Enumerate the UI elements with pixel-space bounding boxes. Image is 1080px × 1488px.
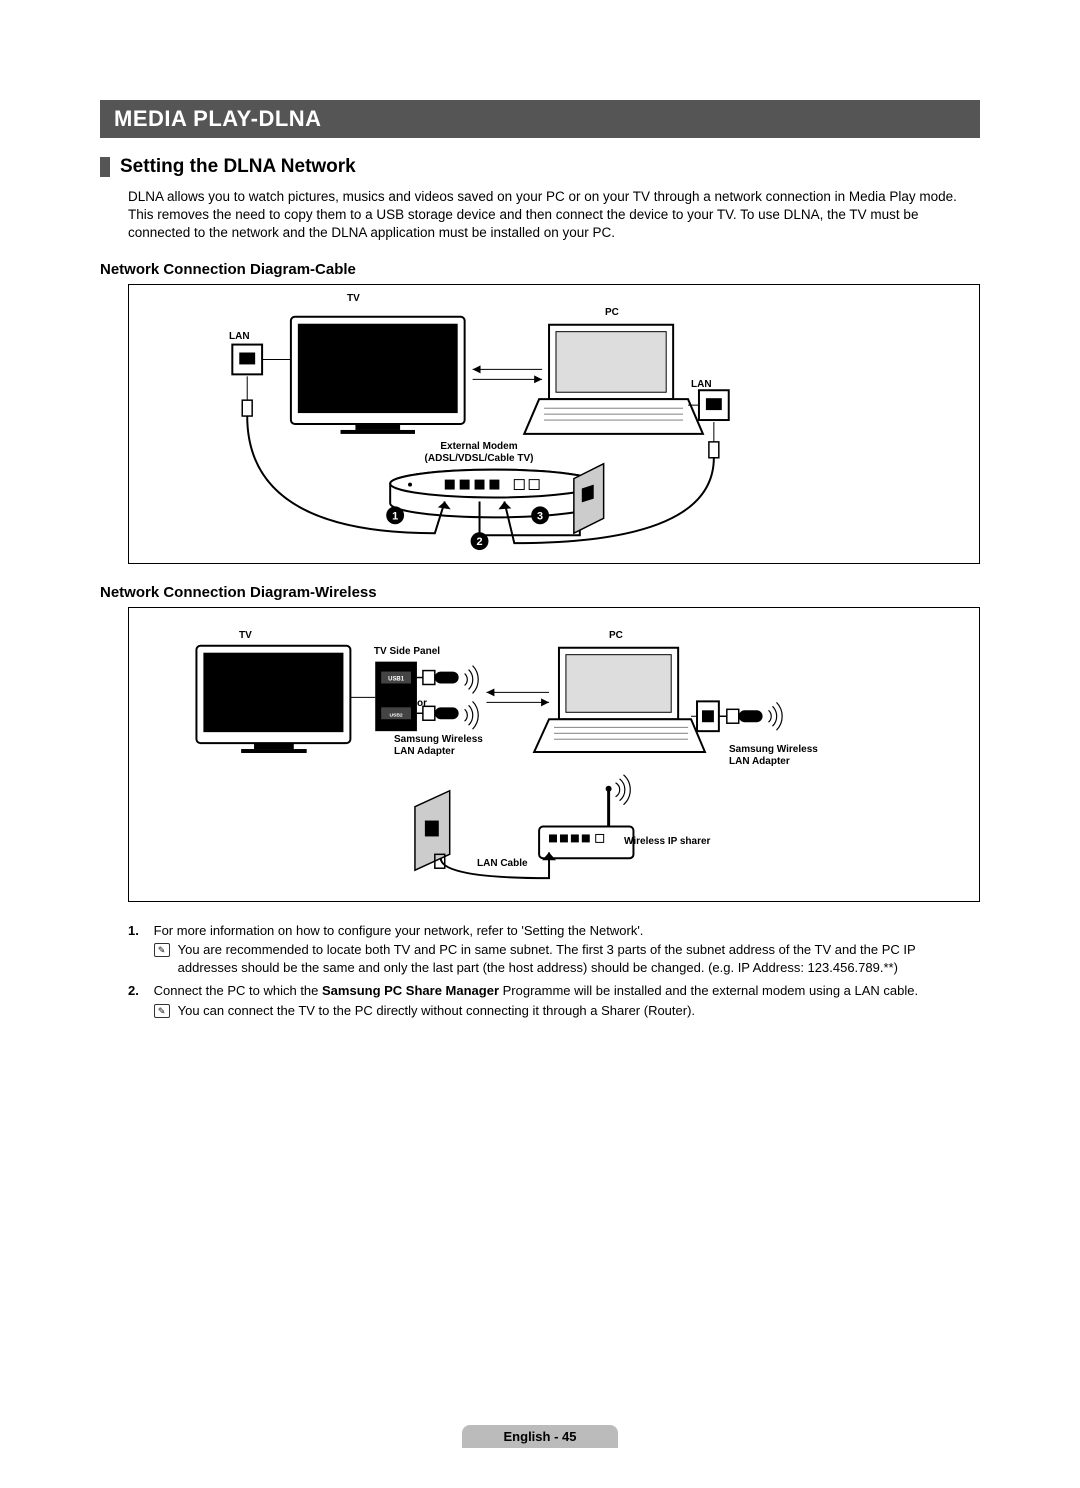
page-footer: English - 45: [0, 1425, 1080, 1448]
modem-label-l1: External Modem: [409, 441, 549, 453]
diagram-wireless: TV PC TV Side Panel or Samsung Wireless …: [128, 607, 980, 902]
tv-label-w: TV: [239, 630, 252, 642]
usb1-port-label: USB1: [388, 676, 405, 682]
notes-list: 1. For more information on how to config…: [128, 922, 980, 1020]
note-1: 1. For more information on how to config…: [128, 922, 980, 977]
modem-label: External Modem (ADSL/VDSL/Cable TV): [409, 441, 549, 465]
lan-label-pc: LAN: [691, 379, 712, 391]
note-1-sub: ✎ You are recommended to locate both TV …: [154, 941, 978, 976]
note-2-sub: ✎ You can connect the TV to the PC direc…: [154, 1002, 978, 1020]
note-1-sub-text: You are recommended to locate both TV an…: [178, 941, 978, 976]
subheading-cable: Network Connection Diagram-Cable: [100, 261, 980, 278]
section-heading-text: Setting the DLNA Network: [120, 156, 356, 178]
wireless-adapter-tv: Samsung Wireless LAN Adapter: [394, 734, 494, 758]
note-2-number: 2.: [128, 982, 150, 1000]
note-1-text: For more information on how to configure…: [154, 923, 644, 938]
wa-tv-l1: Samsung Wireless: [394, 734, 494, 746]
svg-text:3: 3: [537, 510, 543, 522]
lan-cable-label: LAN Cable: [477, 858, 528, 870]
note-2-bold: Samsung PC Share Manager: [322, 983, 499, 998]
pc-label-w: PC: [609, 630, 623, 642]
diagram-cable: TV PC LAN LAN External Modem (ADSL/VDSL/…: [128, 284, 980, 564]
note-icon: ✎: [154, 1004, 170, 1018]
wireless-ip-sharer-label: Wireless IP sharer: [624, 836, 724, 848]
intro-paragraph: DLNA allows you to watch pictures, music…: [128, 188, 980, 243]
note-2-pre: Connect the PC to which the: [154, 983, 322, 998]
lan-label-tv: LAN: [229, 331, 250, 343]
section-accent-bar: [100, 157, 110, 177]
modem-label-l2: (ADSL/VDSL/Cable TV): [409, 453, 549, 465]
subheading-wireless: Network Connection Diagram-Wireless: [100, 584, 980, 601]
wa-tv-l2: LAN Adapter: [394, 746, 494, 758]
svg-text:1: 1: [392, 510, 398, 522]
or-label: or: [417, 698, 427, 710]
chapter-title: MEDIA PLAY-DLNA: [100, 100, 980, 138]
svg-text:2: 2: [476, 536, 482, 548]
note-icon: ✎: [154, 943, 170, 957]
note-2: 2. Connect the PC to which the Samsung P…: [128, 982, 980, 1019]
tv-side-panel-label: TV Side Panel: [367, 646, 447, 658]
pc-label: PC: [605, 307, 619, 319]
note-2-post: Programme will be installed and the exte…: [499, 983, 918, 998]
usb2-port-label: USB2: [389, 712, 402, 718]
page-number: English - 45: [462, 1425, 619, 1448]
wa-pc-l1: Samsung Wireless: [729, 744, 829, 756]
note-2-text: Connect the PC to which the Samsung PC S…: [154, 983, 918, 998]
wireless-adapter-pc: Samsung Wireless LAN Adapter: [729, 744, 829, 768]
tv-label: TV: [347, 293, 360, 305]
note-1-number: 1.: [128, 922, 150, 940]
note-2-sub-text: You can connect the TV to the PC directl…: [178, 1002, 695, 1020]
section-heading: Setting the DLNA Network: [100, 156, 980, 178]
wa-pc-l2: LAN Adapter: [729, 756, 829, 768]
